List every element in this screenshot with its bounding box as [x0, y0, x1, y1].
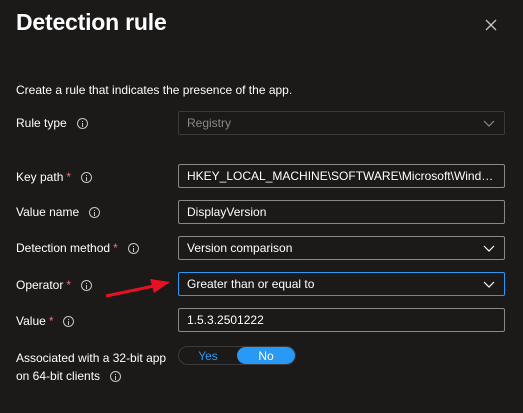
rule-type-value: Registry — [187, 116, 232, 130]
key-path-value: HKEY_LOCAL_MACHINE\SOFTWARE\Microsoft\Wi… — [187, 169, 504, 183]
detection-method-dropdown[interactable]: Version comparison — [178, 236, 505, 260]
info-icon[interactable] — [76, 117, 88, 129]
close-button[interactable] — [478, 12, 504, 38]
key-path-label-text: Key path — [16, 170, 64, 184]
associated-label-line1: Associated with a 32-bit app — [16, 351, 167, 365]
value-name-label: Value name — [16, 205, 101, 219]
chevron-down-icon — [474, 273, 504, 295]
detection-method-label: Detection method * — [16, 241, 139, 255]
value-name-input[interactable]: DisplayVersion — [178, 200, 505, 224]
associated-32bit-label: Associated with a 32-bit app on 64-bit c… — [16, 349, 166, 385]
panel-title: Detection rule — [16, 9, 167, 35]
value-value: 1.5.3.2501222 — [187, 313, 264, 327]
toggle-yes[interactable]: Yes — [179, 347, 237, 364]
detection-method-value: Version comparison — [187, 241, 293, 255]
associated-label-line2: on 64-bit clients — [16, 369, 101, 383]
operator-label: Operator * — [16, 278, 93, 292]
operator-label-text: Operator — [16, 278, 64, 292]
info-icon[interactable] — [63, 315, 75, 327]
value-label: Value * — [16, 314, 75, 328]
chevron-down-icon — [474, 237, 504, 259]
operator-dropdown[interactable]: Greater than or equal to — [178, 272, 505, 296]
info-icon[interactable] — [81, 279, 93, 291]
info-icon[interactable] — [127, 242, 139, 254]
detection-method-label-text: Detection method — [16, 241, 111, 255]
info-icon[interactable] — [110, 370, 122, 382]
required-marker: * — [66, 278, 72, 292]
operator-value: Greater than or equal to — [187, 277, 315, 291]
info-icon[interactable] — [89, 206, 101, 218]
detection-rule-panel: Detection rule Create a rule that indica… — [0, 0, 523, 413]
intro-text: Create a rule that indicates the presenc… — [16, 83, 293, 97]
value-label-text: Value — [16, 314, 46, 328]
key-path-label: Key path * — [16, 170, 93, 184]
rule-type-label-text: Rule type — [16, 116, 67, 130]
toggle-no[interactable]: No — [237, 347, 295, 364]
info-icon[interactable] — [81, 171, 93, 183]
associated-32bit-toggle[interactable]: Yes No — [178, 346, 296, 365]
chevron-down-icon — [474, 112, 504, 134]
required-marker: * — [66, 170, 72, 184]
value-input[interactable]: 1.5.3.2501222 — [178, 308, 505, 332]
close-icon — [485, 19, 497, 31]
key-path-input[interactable]: HKEY_LOCAL_MACHINE\SOFTWARE\Microsoft\Wi… — [178, 164, 505, 188]
rule-type-dropdown: Registry — [178, 111, 505, 135]
required-marker: * — [48, 314, 54, 328]
red-arrow — [105, 279, 170, 298]
value-name-value: DisplayVersion — [187, 205, 267, 219]
value-name-label-text: Value name — [16, 205, 80, 219]
required-marker: * — [113, 241, 118, 255]
rule-type-label: Rule type — [16, 116, 88, 130]
